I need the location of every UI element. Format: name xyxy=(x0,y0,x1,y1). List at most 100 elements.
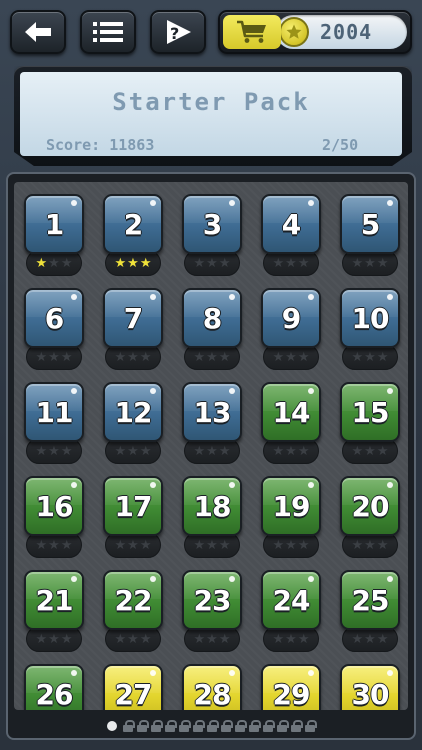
shop-panel: 2004 xyxy=(218,10,412,54)
level-18-button[interactable]: ★ ★ ★ 18 xyxy=(180,476,244,566)
level-tile: 14 xyxy=(261,382,321,442)
star-icon: ★ xyxy=(139,349,152,365)
star-icon: ★ xyxy=(35,631,48,647)
star-icon: ★ xyxy=(285,537,297,553)
level-19-button[interactable]: ★ ★ ★ 19 xyxy=(259,476,323,566)
level-number: 20 xyxy=(351,489,390,523)
level-28-button[interactable]: ★★★28 xyxy=(180,664,244,710)
help-button[interactable]: ? xyxy=(150,10,206,54)
level-22-button[interactable]: ★ ★ ★ 22 xyxy=(101,570,165,660)
level-tile: 29 xyxy=(261,664,321,710)
star-icon: ★ xyxy=(193,255,206,271)
svg-text:?: ? xyxy=(170,24,179,43)
level-26-button[interactable]: ★★★26 xyxy=(22,664,86,710)
star-icon: ★ xyxy=(351,349,364,365)
level-tile: 21 xyxy=(24,570,84,630)
star-icon: ★ xyxy=(60,631,73,647)
star-icon: ★ xyxy=(376,537,389,553)
menu-button[interactable] xyxy=(80,10,136,54)
level-10-button[interactable]: ★ ★ ★ 10 xyxy=(338,288,402,378)
level-number: 10 xyxy=(351,301,390,335)
star-icon: ★ xyxy=(127,349,139,365)
star-icon: ★ xyxy=(60,349,73,365)
star-icon: ★ xyxy=(193,443,206,459)
level-25-button[interactable]: ★ ★ ★ 25 xyxy=(338,570,402,660)
star-icon: ★ xyxy=(364,443,376,459)
level-number: 21 xyxy=(35,583,74,617)
level-8-button[interactable]: ★ ★ ★ 8 xyxy=(180,288,244,378)
star-icon: ★ xyxy=(272,349,285,365)
star-icon: ★ xyxy=(376,631,389,647)
star-icon: ★ xyxy=(351,255,364,271)
level-3-button[interactable]: ★ ★ ★ 3 xyxy=(180,194,244,284)
level-29-button[interactable]: ★★★29 xyxy=(259,664,323,710)
shop-cart-button[interactable] xyxy=(223,15,281,49)
star-icon: ★ xyxy=(139,631,152,647)
page-lock-icon xyxy=(123,720,135,732)
level-4-button[interactable]: ★ ★ ★ 4 xyxy=(259,194,323,284)
star-icon: ★ xyxy=(35,443,48,459)
level-13-button[interactable]: ★ ★ ★ 13 xyxy=(180,382,244,472)
star-icon: ★ xyxy=(364,349,376,365)
star-icon: ★ xyxy=(60,443,73,459)
back-button[interactable] xyxy=(10,10,66,54)
level-11-button[interactable]: ★ ★ ★ 11 xyxy=(22,382,86,472)
star-icon: ★ xyxy=(351,631,364,647)
star-icon: ★ xyxy=(364,537,376,553)
level-2-button[interactable]: ★ ★ ★ 2 xyxy=(101,194,165,284)
level-30-button[interactable]: ★★★30 xyxy=(338,664,402,710)
help-question-icon: ? xyxy=(167,20,191,44)
level-20-button[interactable]: ★ ★ ★ 20 xyxy=(338,476,402,566)
star-icon: ★ xyxy=(285,631,297,647)
star-icon: ★ xyxy=(127,255,139,271)
level-27-button[interactable]: ★★★27 xyxy=(101,664,165,710)
level-1-button[interactable]: ★ ★ ★ 1 xyxy=(22,194,86,284)
page-lock-icon xyxy=(151,720,163,732)
star-icon: ★ xyxy=(60,255,73,271)
level-number: 24 xyxy=(272,583,311,617)
score-value: 11863 xyxy=(109,136,155,154)
level-14-button[interactable]: ★ ★ ★ 14 xyxy=(259,382,323,472)
level-16-button[interactable]: ★ ★ ★ 16 xyxy=(22,476,86,566)
level-tile: 27 xyxy=(103,664,163,710)
level-tile: 10 xyxy=(340,288,400,348)
star-icon: ★ xyxy=(206,443,218,459)
level-23-button[interactable]: ★ ★ ★ 23 xyxy=(180,570,244,660)
star-icon: ★ xyxy=(285,255,297,271)
level-12-button[interactable]: ★ ★ ★ 12 xyxy=(101,382,165,472)
level-15-button[interactable]: ★ ★ ★ 15 xyxy=(338,382,402,472)
level-7-button[interactable]: ★ ★ ★ 7 xyxy=(101,288,165,378)
list-menu-icon xyxy=(93,22,123,42)
level-9-button[interactable]: ★ ★ ★ 9 xyxy=(259,288,323,378)
star-icon: ★ xyxy=(297,349,310,365)
level-number: 16 xyxy=(35,489,74,523)
star-icon: ★ xyxy=(218,349,231,365)
page-dot-active[interactable] xyxy=(107,721,117,731)
level-21-button[interactable]: ★ ★ ★ 21 xyxy=(22,570,86,660)
level-number: 28 xyxy=(193,677,232,711)
star-icon: ★ xyxy=(127,537,139,553)
level-tile: 22 xyxy=(103,570,163,630)
star-icon: ★ xyxy=(206,631,218,647)
level-17-button[interactable]: ★ ★ ★ 17 xyxy=(101,476,165,566)
level-tile: 6 xyxy=(24,288,84,348)
level-number: 26 xyxy=(35,677,74,711)
level-number: 13 xyxy=(193,395,232,429)
level-24-button[interactable]: ★ ★ ★ 24 xyxy=(259,570,323,660)
level-number: 12 xyxy=(114,395,153,429)
page-lock-icon xyxy=(193,720,205,732)
level-grid: ★ ★ ★ 1 ★ ★ ★ 2 ★ ★ ★ 3 ★ ★ ★ 4 ★ ★ ★ 5 ★ ★ ★ 6 ★ ★ ★ 7 ★ ★ ★ 8 ★ ★ ★ 9 ★ ★ ★ 1… xyxy=(14,182,408,710)
back-arrow-icon xyxy=(25,22,51,42)
level-number: 11 xyxy=(35,395,74,429)
level-number: 14 xyxy=(272,395,311,429)
page-lock-icon xyxy=(179,720,191,732)
level-number: 5 xyxy=(360,207,381,241)
level-number: 22 xyxy=(114,583,153,617)
star-icon: ★ xyxy=(376,255,389,271)
level-tile: 30 xyxy=(340,664,400,710)
pack-progress: 2/50 xyxy=(322,136,359,154)
star-icon: ★ xyxy=(35,255,48,271)
star-icon: ★ xyxy=(376,349,389,365)
level-5-button[interactable]: ★ ★ ★ 5 xyxy=(338,194,402,284)
level-6-button[interactable]: ★ ★ ★ 6 xyxy=(22,288,86,378)
